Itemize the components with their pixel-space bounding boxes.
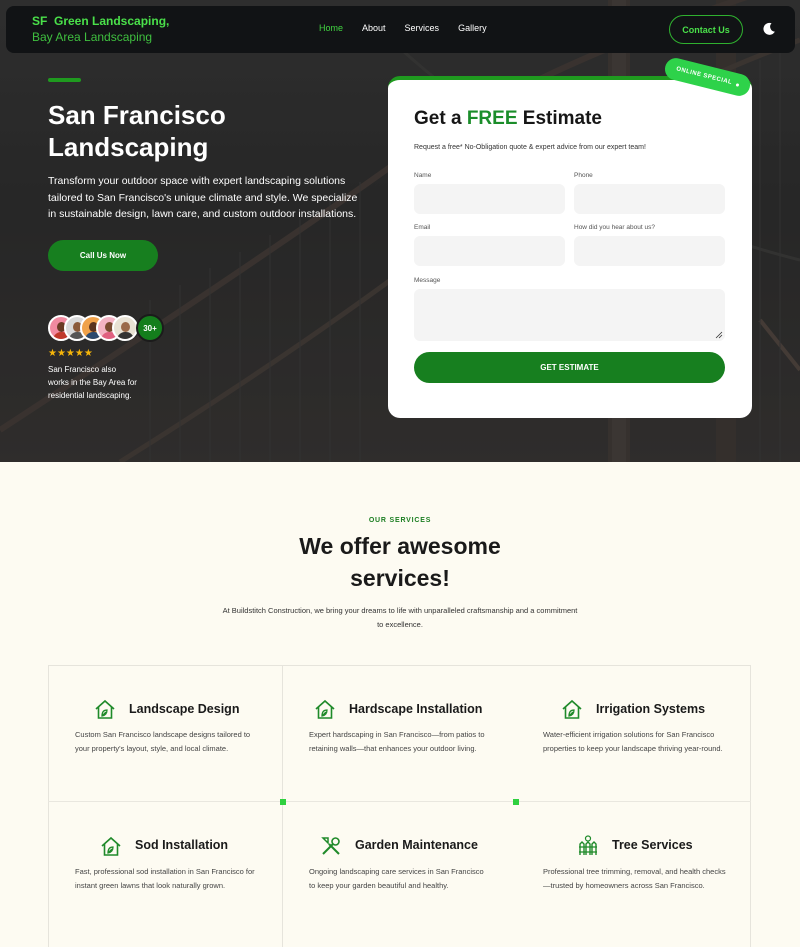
call-us-now-button[interactable]: Call Us Now [48,240,158,271]
brand-tagline: Bay Area Landscaping [32,30,153,44]
nav-link-about[interactable]: About [362,23,386,33]
estimate-form-card: Get a FREE Estimate Request a free* No-O… [388,76,752,418]
form-title: Get a FREE Estimate [414,108,602,130]
house-leaf-icon [562,699,582,719]
grid-divider [516,665,517,801]
form-subtitle: Request a free* No-Obligation quote & ex… [414,144,646,151]
name-field[interactable] [414,184,565,214]
message-field[interactable] [414,289,725,341]
rating-stars: ★★★★★ [48,348,93,359]
nav-link-home[interactable]: Home [319,23,343,33]
nav-link-services[interactable]: Services [405,23,440,33]
service-description: Fast, professional sod installation in S… [75,867,255,890]
grid-dot [280,799,286,805]
brand-logo[interactable]: SF Green Landscaping, Bay Area Landscapi… [32,14,192,44]
service-title: Irrigation Systems [596,702,706,716]
reviewer-count-badge: 30+ [136,314,164,342]
top-navbar: SF Green Landscaping, Bay Area Landscapi… [6,6,795,53]
source-label: How did you hear about us? [574,224,655,231]
service-title: Garden Maintenance [355,838,478,852]
email-label: Email [414,224,431,231]
phone-label: Phone [574,172,593,179]
service-description: Professional tree trimming, removal, and… [543,867,726,890]
service-title: Landscape Design [129,702,240,716]
name-label: Name [414,172,432,179]
services-description: At Buildstitch Construction, we bring yo… [222,606,578,629]
grid-divider [282,665,283,947]
nav-links: Home About Services Gallery [319,23,506,33]
moon-icon[interactable] [762,22,776,36]
services-title: We offer awesome services! [299,533,501,591]
form-title-prefix: Get a [414,108,467,129]
nav-link-gallery[interactable]: Gallery [458,23,487,33]
source-field[interactable] [574,236,725,266]
service-title: Hardscape Installation [349,702,483,716]
hero-description: Transform your outdoor space with expert… [48,175,358,220]
house-leaf-icon [101,836,121,856]
service-description: Water-efficient irrigation solutions for… [543,730,723,753]
hero-accent-bar [48,78,81,82]
grid-dot [513,799,519,805]
get-estimate-button[interactable]: GET ESTIMATE [414,352,725,383]
avatar [112,315,138,341]
grid-divider [48,801,751,802]
ribbon-dot [735,82,740,87]
tools-icon [321,837,340,855]
phone-field[interactable] [574,184,725,214]
resize-handle-icon[interactable] [715,331,723,339]
service-description: Expert hardscaping in San Francisco—from… [309,730,485,753]
email-field[interactable] [414,236,565,266]
contact-us-button[interactable]: Contact Us [669,15,743,44]
house-leaf-icon [315,699,335,719]
service-description: Ongoing landscaping care services in San… [309,867,484,890]
message-label: Message [414,277,441,284]
service-title: Sod Installation [135,838,229,852]
form-title-highlight: FREE [466,108,518,129]
brand-name: SF Green Landscaping, [32,14,170,28]
hero-note: San Francisco also works in the Bay Area… [48,365,137,400]
form-title-suffix: Estimate [517,108,602,129]
fence-tree-icon [579,835,597,855]
service-title: Tree Services [612,838,693,852]
house-leaf-icon [95,699,115,719]
hero-title: San Francisco Landscaping [48,100,226,162]
services-kicker: OUR SERVICES [368,517,432,524]
service-description: Custom San Francisco landscape designs t… [75,730,251,753]
